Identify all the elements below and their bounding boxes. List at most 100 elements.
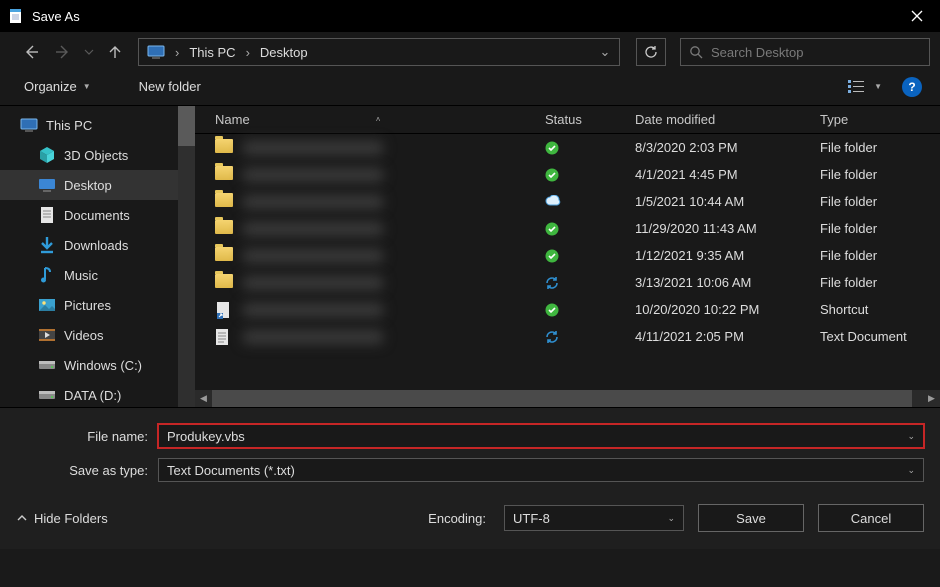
encoding-label: Encoding: (428, 511, 486, 526)
tree-item-music[interactable]: Music (0, 260, 195, 290)
scrollbar-thumb[interactable] (212, 390, 912, 407)
organize-button[interactable]: Organize▼ (18, 75, 97, 98)
form-area: File name: Produkey.vbs ⌄ Save as type: … (0, 407, 940, 487)
tree-item-pictures[interactable]: Pictures (0, 290, 195, 320)
file-row[interactable]: 10/20/2020 10:22 PMShortcut (195, 296, 940, 323)
chevron-up-icon (16, 512, 28, 524)
new-folder-label: New folder (139, 79, 201, 94)
hide-folders-button[interactable]: Hide Folders (16, 511, 108, 526)
tree-scrollbar-thumb[interactable] (178, 106, 195, 146)
column-status[interactable]: Status (539, 112, 629, 127)
shortcut-icon (215, 301, 233, 319)
file-row[interactable]: 1/12/2021 9:35 AMFile folder (195, 242, 940, 269)
file-date: 11/29/2020 11:43 AM (629, 221, 814, 236)
breadcrumb-leaf[interactable]: Desktop (252, 39, 316, 65)
videos-icon (38, 326, 56, 344)
file-type: Shortcut (814, 302, 940, 317)
chevron-down-icon[interactable]: ⌄ (667, 513, 675, 524)
tree-item-label: DATA (D:) (64, 388, 121, 403)
save-button[interactable]: Save (698, 504, 804, 532)
chevron-down-icon: ▼ (874, 82, 882, 91)
address-bar[interactable]: › This PC › Desktop ⌄ (138, 38, 620, 66)
tree-item-3d-objects[interactable]: 3D Objects (0, 140, 195, 170)
nav-row: › This PC › Desktop ⌄ (0, 32, 940, 68)
folder-icon (215, 274, 233, 292)
tree-item-windows-c-[interactable]: Windows (C:) (0, 350, 195, 380)
file-type: File folder (814, 167, 940, 182)
back-button[interactable] (18, 39, 44, 65)
column-date[interactable]: Date modified (629, 112, 814, 127)
file-row[interactable]: 3/13/2021 10:06 AMFile folder (195, 269, 940, 296)
pc-icon (139, 39, 173, 65)
file-row[interactable]: 4/1/2021 4:45 PMFile folder (195, 161, 940, 188)
cancel-button[interactable]: Cancel (818, 504, 924, 532)
tree-item-documents[interactable]: Documents (0, 200, 195, 230)
refresh-button[interactable] (636, 38, 666, 66)
chevron-down-icon[interactable]: ⌄ (907, 465, 915, 476)
horizontal-scrollbar[interactable]: ◀ ▶ (195, 390, 940, 407)
file-name-redacted (243, 249, 383, 263)
view-options-button[interactable]: ▼ (842, 75, 888, 99)
up-button[interactable] (102, 39, 128, 65)
folder-icon (215, 193, 233, 211)
tree-item-downloads[interactable]: Downloads (0, 230, 195, 260)
scroll-right-button[interactable]: ▶ (923, 390, 940, 407)
file-date: 8/3/2020 2:03 PM (629, 140, 814, 155)
status-ok-icon (545, 303, 559, 317)
column-type[interactable]: Type (814, 112, 940, 127)
download-icon (38, 236, 56, 254)
title-bar: Save As (0, 0, 940, 32)
address-dropdown-icon[interactable]: ⌄ (591, 44, 619, 60)
tree-scrollbar[interactable] (178, 106, 195, 407)
search-box[interactable] (680, 38, 930, 66)
navigation-tree: This PC3D ObjectsDesktopDocumentsDownloa… (0, 106, 195, 407)
scrollbar-track[interactable] (212, 390, 923, 407)
close-button[interactable] (894, 0, 940, 32)
file-name-redacted (243, 168, 383, 182)
new-folder-button[interactable]: New folder (133, 75, 207, 98)
hide-folders-label: Hide Folders (34, 511, 108, 526)
search-input[interactable] (711, 45, 921, 60)
tree-item-data-d-[interactable]: DATA (D:) (0, 380, 195, 407)
breadcrumb-root[interactable]: This PC (181, 39, 243, 65)
status-sync-icon (545, 276, 559, 290)
forward-button[interactable] (50, 39, 76, 65)
encoding-select[interactable]: UTF-8 ⌄ (504, 505, 684, 531)
sort-caret-icon: ˄ (376, 115, 381, 124)
column-name[interactable]: Name˄ (209, 112, 539, 127)
chevron-down-icon[interactable]: ⌄ (907, 431, 915, 442)
tree-item-desktop[interactable]: Desktop (0, 170, 195, 200)
file-type: File folder (814, 248, 940, 263)
file-date: 3/13/2021 10:06 AM (629, 275, 814, 290)
status-cloud-icon (545, 195, 559, 209)
file-row[interactable]: 4/11/2021 2:05 PMText Document (195, 323, 940, 350)
file-row[interactable]: 11/29/2020 11:43 AMFile folder (195, 215, 940, 242)
chevron-right-icon: › (173, 45, 181, 60)
notepad-icon (8, 8, 24, 24)
saveastype-label: Save as type: (16, 463, 158, 478)
saveastype-select[interactable]: Text Documents (*.txt) ⌄ (158, 458, 924, 482)
pc-icon (20, 116, 38, 134)
main-pane: This PC3D ObjectsDesktopDocumentsDownloa… (0, 106, 940, 407)
status-ok-icon (545, 249, 559, 263)
toolbar: Organize▼ New folder ▼ ? (0, 68, 940, 106)
chevron-down-icon: ▼ (83, 82, 91, 91)
file-row[interactable]: 1/5/2021 10:44 AMFile folder (195, 188, 940, 215)
cube-icon (38, 146, 56, 164)
file-date: 1/5/2021 10:44 AM (629, 194, 814, 209)
filename-value: Produkey.vbs (167, 429, 245, 444)
tree-item-label: Windows (C:) (64, 358, 142, 373)
file-row[interactable]: 8/3/2020 2:03 PMFile folder (195, 134, 940, 161)
scroll-left-button[interactable]: ◀ (195, 390, 212, 407)
footer: Hide Folders Encoding: UTF-8 ⌄ Save Canc… (0, 487, 940, 549)
tree-root[interactable]: This PC (0, 110, 195, 140)
file-name-redacted (243, 195, 383, 209)
tree-item-videos[interactable]: Videos (0, 320, 195, 350)
recent-locations-dropdown[interactable] (82, 39, 96, 65)
drive-icon (38, 356, 56, 374)
file-name-redacted (243, 330, 383, 344)
help-button[interactable]: ? (902, 77, 922, 97)
filename-input[interactable]: Produkey.vbs ⌄ (158, 424, 924, 448)
saveastype-value: Text Documents (*.txt) (167, 463, 295, 478)
file-type: File folder (814, 275, 940, 290)
